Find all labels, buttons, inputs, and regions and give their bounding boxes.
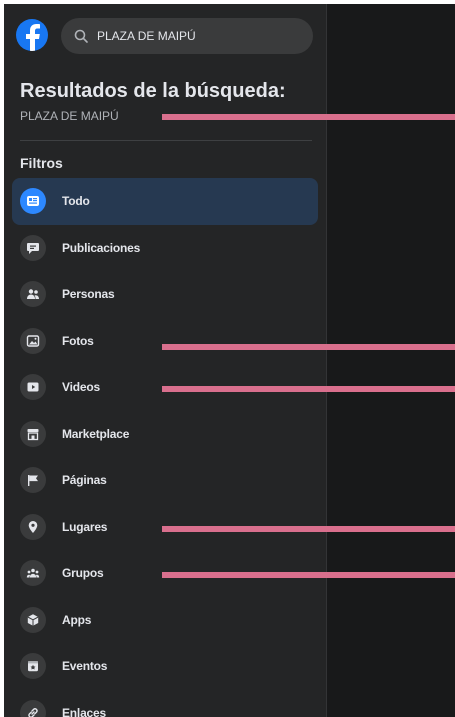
groups-icon bbox=[20, 560, 46, 587]
filter-item-apps[interactable]: Apps bbox=[12, 597, 318, 644]
results-query: PLAZA DE MAIPÚ bbox=[20, 109, 119, 123]
filter-label: Lugares bbox=[62, 519, 108, 534]
results-area bbox=[327, 4, 455, 717]
cube-icon bbox=[20, 606, 46, 633]
annotation-bar bbox=[162, 526, 455, 532]
calendar-star-icon bbox=[20, 653, 46, 680]
chat-bubble-icon bbox=[20, 234, 46, 261]
photo-icon bbox=[20, 327, 46, 354]
filter-label: Apps bbox=[62, 612, 92, 627]
results-title: Resultados de la búsqueda: bbox=[20, 80, 286, 102]
annotation-bar bbox=[162, 344, 455, 350]
filter-item-personas[interactable]: Personas bbox=[12, 271, 318, 318]
video-icon bbox=[20, 374, 46, 401]
filter-item-enlaces[interactable]: Enlaces bbox=[12, 690, 318, 717]
filter-label: Todo bbox=[62, 194, 90, 209]
filter-label: Personas bbox=[62, 287, 115, 302]
divider bbox=[20, 140, 312, 141]
filter-item-publicaciones[interactable]: Publicaciones bbox=[12, 225, 318, 272]
filter-label: Videos bbox=[62, 380, 100, 395]
search-box[interactable] bbox=[61, 18, 313, 54]
annotation-bar bbox=[162, 572, 455, 578]
filter-label: Marketplace bbox=[62, 426, 130, 441]
filters-heading: Filtros bbox=[20, 155, 63, 171]
facebook-logo-icon[interactable] bbox=[16, 19, 48, 51]
search-filters-sidebar: Resultados de la búsqueda: PLAZA DE MAIP… bbox=[4, 4, 327, 717]
filter-item-eventos[interactable]: Eventos bbox=[12, 643, 318, 690]
filter-label: Publicaciones bbox=[62, 240, 141, 255]
storefront-icon bbox=[20, 420, 46, 447]
filter-item-marketplace[interactable]: Marketplace bbox=[12, 411, 318, 458]
filter-label: Fotos bbox=[62, 333, 94, 348]
search-icon bbox=[73, 28, 89, 44]
filter-item-todo[interactable]: Todo bbox=[12, 178, 318, 225]
facebook-window: Resultados de la búsqueda: PLAZA DE MAIP… bbox=[4, 4, 455, 717]
filter-item-paginas[interactable]: Páginas bbox=[12, 457, 318, 504]
filter-list: Todo Publicaciones Personas Fotos Videos… bbox=[12, 178, 318, 717]
location-pin-icon bbox=[20, 513, 46, 540]
filter-item-fotos[interactable]: Fotos bbox=[12, 318, 318, 365]
top-bar bbox=[4, 4, 326, 64]
filter-label: Eventos bbox=[62, 659, 108, 674]
filter-label: Grupos bbox=[62, 566, 104, 581]
link-icon bbox=[20, 699, 46, 717]
search-input[interactable] bbox=[95, 28, 299, 44]
filter-label: Enlaces bbox=[62, 705, 106, 717]
annotation-bar bbox=[162, 114, 455, 120]
flag-icon bbox=[20, 467, 46, 494]
annotation-bar bbox=[162, 386, 455, 392]
people-icon bbox=[20, 281, 46, 308]
feed-icon bbox=[20, 188, 46, 215]
filter-label: Páginas bbox=[62, 473, 107, 488]
